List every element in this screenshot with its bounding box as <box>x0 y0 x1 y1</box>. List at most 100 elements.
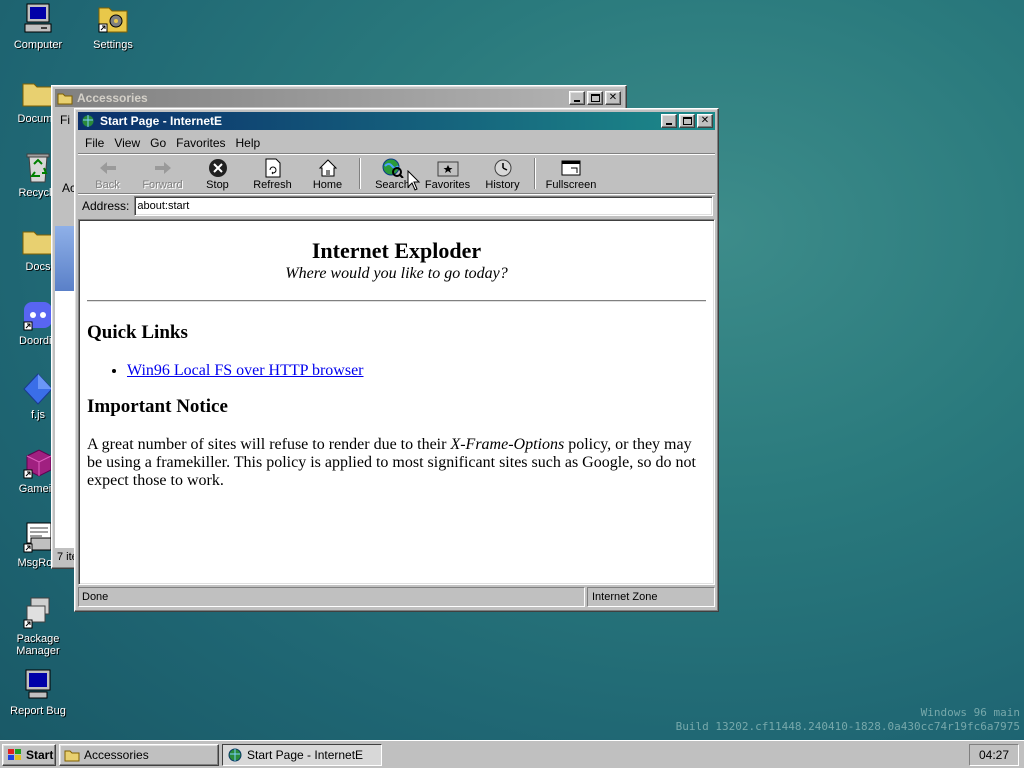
home-label: Home <box>312 179 343 191</box>
favorites-label: Favorites <box>424 179 471 191</box>
status-zone: Internet Zone <box>587 587 715 607</box>
history-clock-icon <box>492 158 514 178</box>
desktop-icon-report-bug[interactable]: Report Bug <box>0 668 76 717</box>
recycle-bin-icon <box>21 150 55 184</box>
folder-icon <box>21 224 55 258</box>
forward-label: Forward <box>142 179 183 191</box>
home-icon <box>317 158 339 178</box>
link-win96-fs-browser[interactable]: Win96 Local FS over HTTP browser <box>127 362 364 379</box>
settings-icon <box>96 2 130 36</box>
accessories-titlebar[interactable]: Accessories ✕ <box>55 89 623 107</box>
close-icon: ✕ <box>700 115 710 126</box>
notice-text-1: A great number of sites will refuse to r… <box>87 436 451 453</box>
menu-favorites[interactable]: Favorites <box>171 136 230 150</box>
notice-emphasis: X-Frame-Options <box>450 436 565 453</box>
accessories-side-panel <box>55 226 74 291</box>
menu-view[interactable]: View <box>109 136 145 150</box>
refresh-button[interactable]: Refresh <box>245 156 300 191</box>
maximize-button[interactable] <box>587 91 603 105</box>
taskbar-item-browser[interactable]: Start Page - InternetE <box>222 743 382 766</box>
history-label: History <box>485 179 520 191</box>
discord-icon <box>21 298 55 332</box>
stop-button[interactable]: Stop <box>190 156 245 191</box>
back-button[interactable]: Back <box>80 156 135 191</box>
browser-titlebar[interactable]: Start Page - InternetE ✕ <box>78 112 715 130</box>
accessories-title: Accessories <box>77 91 148 105</box>
page-divider <box>87 300 706 302</box>
back-label: Back <box>95 179 120 191</box>
address-label: Address: <box>82 198 130 213</box>
desktop-icon-label: Computer <box>13 39 63 51</box>
page-heading: Internet Exploder <box>311 238 482 263</box>
desktop-icon-label: Settings <box>93 39 133 51</box>
status-text: Done <box>78 587 585 607</box>
notice-heading: Important Notice <box>87 396 228 417</box>
home-button[interactable]: Home <box>300 156 355 191</box>
maximize-button[interactable] <box>679 114 695 128</box>
quick-links-heading: Quick Links <box>87 322 188 343</box>
menu-file[interactable]: File <box>80 136 109 150</box>
system-clock[interactable]: 04:27 <box>969 743 1019 766</box>
start-label: Start <box>26 747 54 762</box>
minimize-icon <box>666 123 672 125</box>
forward-arrow-icon <box>152 158 174 178</box>
minimize-button[interactable] <box>569 91 585 105</box>
menu-help[interactable]: Help <box>231 136 266 150</box>
desktop-icon-settings[interactable]: Settings <box>75 2 151 51</box>
ie-globe-icon <box>227 747 243 763</box>
fullscreen-icon <box>560 158 582 178</box>
message-icon <box>21 520 55 554</box>
close-icon: ✕ <box>608 92 618 103</box>
accessories-menu-fragment[interactable]: Fi <box>60 113 70 127</box>
menu-go[interactable]: Go <box>145 136 171 150</box>
search-label: Search <box>375 179 410 191</box>
mouse-cursor-icon <box>407 169 421 195</box>
toolbar-separator <box>534 158 536 189</box>
folder-small-icon <box>57 91 73 105</box>
monitor-icon <box>21 668 55 702</box>
build-watermark: Windows 96 main Build 13202.cf11448.2404… <box>676 706 1020 734</box>
ie-globe-icon <box>80 113 96 129</box>
close-button[interactable]: ✕ <box>697 114 713 128</box>
minimize-icon <box>574 100 580 102</box>
forward-button[interactable]: Forward <box>135 156 190 191</box>
page-viewport: Internet Exploder Where would you like t… <box>78 219 715 585</box>
favorites-button[interactable]: Favorites <box>420 156 475 191</box>
desktop-icon-package-manager[interactable]: Package Manager <box>0 596 76 657</box>
folder-icon <box>21 76 55 110</box>
diamond-icon <box>21 372 55 406</box>
quick-links-list: Win96 Local FS over HTTP browser <box>87 362 706 380</box>
maximize-icon <box>682 117 692 125</box>
taskbar: Start Accessories Start Page - InternetE… <box>0 740 1024 768</box>
taskbar-item-label: Accessories <box>84 747 149 762</box>
start-button[interactable]: Start <box>2 743 56 766</box>
computer-icon <box>21 2 55 36</box>
fullscreen-button[interactable]: Fullscreen <box>540 156 602 191</box>
taskbar-item-label: Start Page - InternetE <box>247 747 364 762</box>
address-input[interactable] <box>134 195 713 216</box>
desktop-icon-label: Package Manager <box>16 633 60 657</box>
status-bar: Done Internet Zone <box>78 587 715 607</box>
history-button[interactable]: History <box>475 156 530 191</box>
favorites-folder-icon <box>437 158 459 178</box>
package-icon <box>21 596 55 630</box>
search-globe-icon <box>382 158 404 178</box>
refresh-icon <box>262 158 284 178</box>
stop-label: Stop <box>206 179 229 191</box>
toolbar-separator <box>359 158 361 189</box>
watermark-line-1: Windows 96 main <box>920 706 1020 719</box>
desktop-icon-label: Report Bug <box>10 705 66 717</box>
browser-title: Start Page - InternetE <box>100 114 223 128</box>
taskbar-item-accessories[interactable]: Accessories <box>59 743 219 766</box>
browser-window[interactable]: Start Page - InternetE ✕ File View Go Fa… <box>74 108 719 612</box>
stop-icon <box>207 158 229 178</box>
notice-paragraph: A great number of sites will refuse to r… <box>87 436 706 490</box>
minimize-button[interactable] <box>661 114 677 128</box>
page-tagline: Where would you like to go today? <box>285 265 508 282</box>
close-button[interactable]: ✕ <box>605 91 621 105</box>
browser-toolbar: Back Forward Stop Refresh Home Search Fa… <box>78 153 715 193</box>
desktop-icon-computer[interactable]: Computer <box>0 2 76 51</box>
address-bar: Address: <box>78 193 715 217</box>
maximize-icon <box>590 94 600 102</box>
refresh-label: Refresh <box>253 179 292 191</box>
